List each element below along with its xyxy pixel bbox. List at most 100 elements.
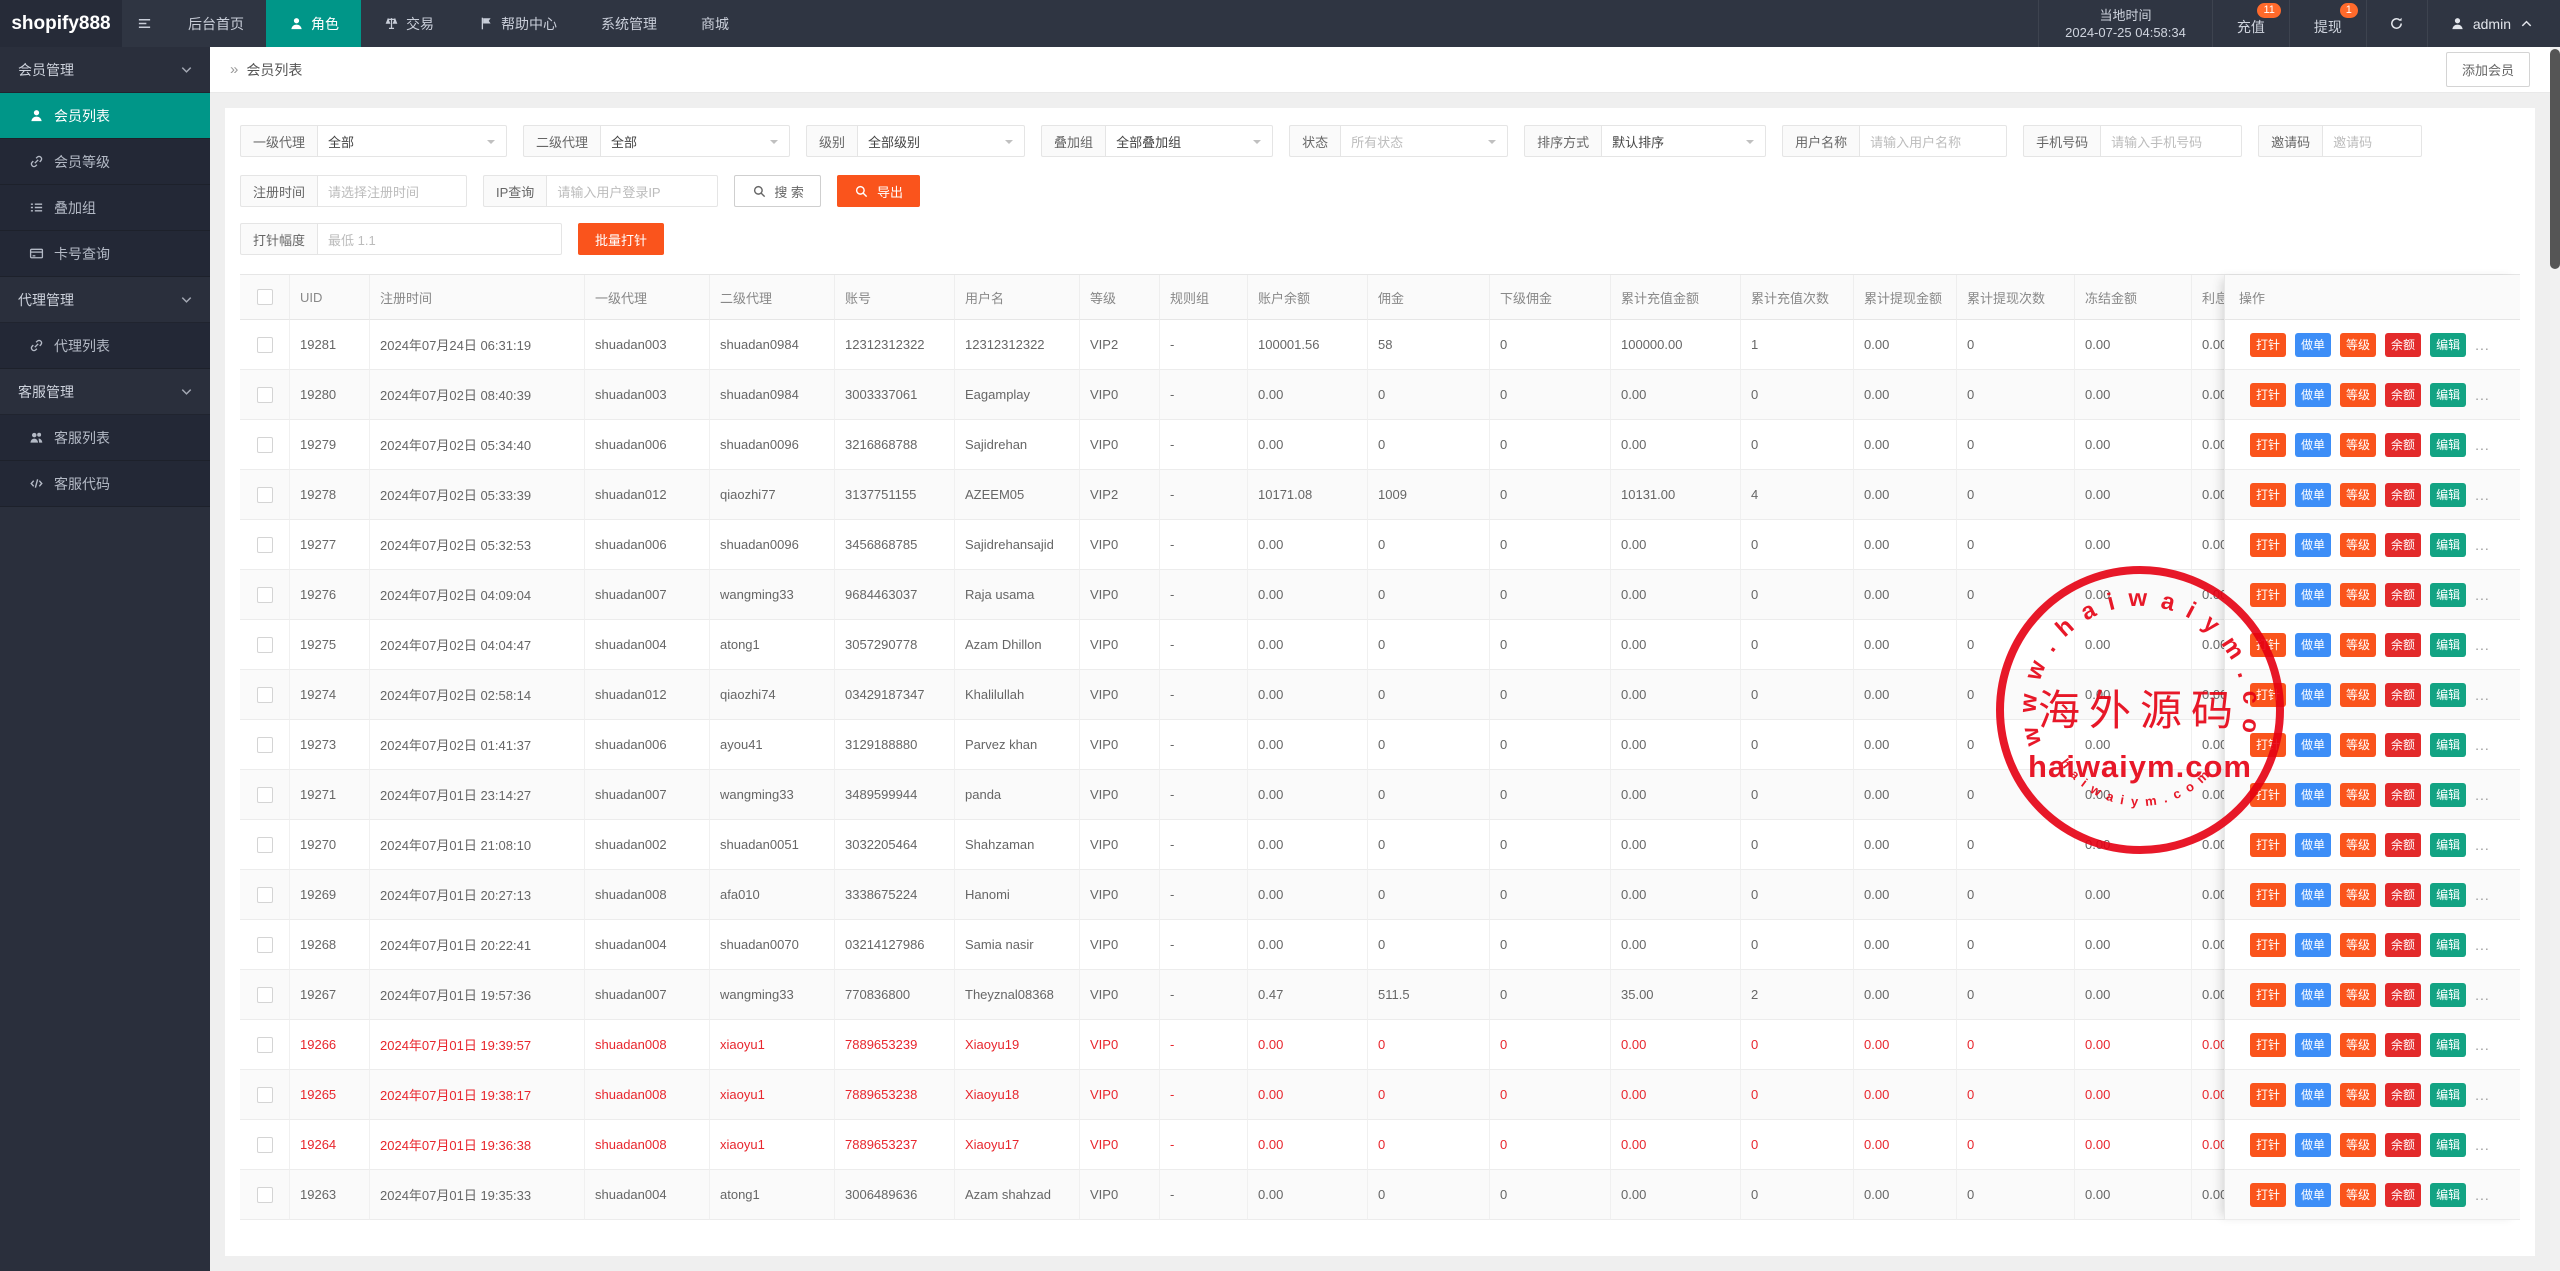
edit-button[interactable]: 编辑 xyxy=(2430,332,2467,357)
make-order-button[interactable]: 做单 xyxy=(2295,682,2332,707)
level-button[interactable]: 等级 xyxy=(2340,1182,2377,1207)
inject-button[interactable]: 打针 xyxy=(2250,1082,2287,1107)
edit-button[interactable]: 编辑 xyxy=(2430,432,2467,457)
level-button[interactable]: 等级 xyxy=(2340,1132,2377,1157)
row-checkbox[interactable] xyxy=(256,836,273,853)
sidebar-item-service-list[interactable]: 客服列表 xyxy=(0,415,210,461)
balance-button[interactable]: 余额 xyxy=(2385,682,2422,707)
inject-button[interactable]: 打针 xyxy=(2250,1132,2287,1157)
level-button[interactable]: 等级 xyxy=(2340,982,2377,1007)
edit-button[interactable]: 编辑 xyxy=(2430,682,2467,707)
make-order-button[interactable]: 做单 xyxy=(2295,932,2332,957)
batch-inject-button[interactable]: 批量打针 xyxy=(578,223,665,255)
nav-item-trade[interactable]: 交易 xyxy=(361,0,456,47)
inject-button[interactable]: 打针 xyxy=(2250,682,2287,707)
withdraw-nav-item[interactable]: 提现 1 xyxy=(2288,0,2366,47)
more-actions-button[interactable]: ... xyxy=(2475,837,2490,853)
balance-button[interactable]: 余额 xyxy=(2385,1032,2422,1057)
status-select[interactable]: 所有状态 xyxy=(1340,125,1509,157)
balance-button[interactable]: 余额 xyxy=(2385,1132,2422,1157)
make-order-button[interactable]: 做单 xyxy=(2295,782,2332,807)
more-actions-button[interactable]: ... xyxy=(2475,1087,2490,1103)
row-checkbox[interactable] xyxy=(256,636,273,653)
nav-item-help-center[interactable]: 帮助中心 xyxy=(456,0,579,47)
nav-item-backend-home[interactable]: 后台首页 xyxy=(166,0,266,47)
balance-button[interactable]: 余额 xyxy=(2385,532,2422,557)
edit-button[interactable]: 编辑 xyxy=(2430,932,2467,957)
invite-code-input[interactable]: 邀请码 xyxy=(2322,125,2423,157)
more-actions-button[interactable]: ... xyxy=(2475,387,2490,403)
make-order-button[interactable]: 做单 xyxy=(2295,632,2332,657)
nav-item-role[interactable]: 角色 xyxy=(266,0,361,47)
edit-button[interactable]: 编辑 xyxy=(2430,532,2467,557)
more-actions-button[interactable]: ... xyxy=(2475,937,2490,953)
more-actions-button[interactable]: ... xyxy=(2475,437,2490,453)
level-button[interactable]: 等级 xyxy=(2340,432,2377,457)
make-order-button[interactable]: 做单 xyxy=(2295,1132,2332,1157)
admin-menu[interactable]: admin xyxy=(2426,0,2560,47)
row-checkbox[interactable] xyxy=(256,1136,273,1153)
edit-button[interactable]: 编辑 xyxy=(2430,1132,2467,1157)
sidebar-item-agent-list[interactable]: 代理列表 xyxy=(0,323,210,369)
balance-button[interactable]: 余额 xyxy=(2385,332,2422,357)
sidebar-item-member-list[interactable]: 会员列表 xyxy=(0,93,210,139)
balance-button[interactable]: 余额 xyxy=(2385,1182,2422,1207)
edit-button[interactable]: 编辑 xyxy=(2430,1032,2467,1057)
row-checkbox[interactable] xyxy=(256,436,273,453)
row-checkbox[interactable] xyxy=(256,486,273,503)
row-checkbox[interactable] xyxy=(256,1186,273,1203)
register-time-input[interactable]: 请选择注册时间 xyxy=(317,175,468,207)
collapse-menu-button[interactable] xyxy=(122,0,166,47)
balance-button[interactable]: 余额 xyxy=(2385,932,2422,957)
more-actions-button[interactable]: ... xyxy=(2475,537,2490,553)
edit-button[interactable]: 编辑 xyxy=(2430,1182,2467,1207)
row-checkbox[interactable] xyxy=(256,1036,273,1053)
make-order-button[interactable]: 做单 xyxy=(2295,732,2332,757)
inject-button[interactable]: 打针 xyxy=(2250,882,2287,907)
row-checkbox[interactable] xyxy=(256,336,273,353)
row-checkbox[interactable] xyxy=(256,886,273,903)
row-checkbox[interactable] xyxy=(256,736,273,753)
more-actions-button[interactable]: ... xyxy=(2475,487,2490,503)
edit-button[interactable]: 编辑 xyxy=(2430,832,2467,857)
phone-input[interactable]: 请输入手机号码 xyxy=(2100,125,2243,157)
level-button[interactable]: 等级 xyxy=(2340,1032,2377,1057)
first-agent-select[interactable]: 全部 xyxy=(317,125,508,157)
row-checkbox[interactable] xyxy=(256,786,273,803)
sidebar-item-member-level[interactable]: 会员等级 xyxy=(0,139,210,185)
row-checkbox[interactable] xyxy=(256,386,273,403)
make-order-button[interactable]: 做单 xyxy=(2295,332,2332,357)
make-order-button[interactable]: 做单 xyxy=(2295,832,2332,857)
level-button[interactable]: 等级 xyxy=(2340,732,2377,757)
edit-button[interactable]: 编辑 xyxy=(2430,382,2467,407)
edit-button[interactable]: 编辑 xyxy=(2430,782,2467,807)
sidebar-item-service-code[interactable]: 客服代码 xyxy=(0,461,210,507)
level-button[interactable]: 等级 xyxy=(2340,832,2377,857)
make-order-button[interactable]: 做单 xyxy=(2295,432,2332,457)
level-button[interactable]: 等级 xyxy=(2340,932,2377,957)
search-button[interactable]: 搜 索 xyxy=(734,175,821,207)
more-actions-button[interactable]: ... xyxy=(2475,587,2490,603)
make-order-button[interactable]: 做单 xyxy=(2295,482,2332,507)
sort-select[interactable]: 默认排序 xyxy=(1601,125,1767,157)
inject-button[interactable]: 打针 xyxy=(2250,432,2287,457)
balance-button[interactable]: 余额 xyxy=(2385,482,2422,507)
more-actions-button[interactable]: ... xyxy=(2475,337,2490,353)
balance-button[interactable]: 余额 xyxy=(2385,632,2422,657)
inject-range-input[interactable]: 最低 1.1 xyxy=(317,223,563,255)
level-button[interactable]: 等级 xyxy=(2340,782,2377,807)
more-actions-button[interactable]: ... xyxy=(2475,787,2490,803)
make-order-button[interactable]: 做单 xyxy=(2295,532,2332,557)
scrollbar-thumb[interactable] xyxy=(2550,49,2560,269)
second-agent-select[interactable]: 全部 xyxy=(600,125,791,157)
inject-button[interactable]: 打针 xyxy=(2250,332,2287,357)
select-all-checkbox[interactable] xyxy=(256,289,273,305)
stack-group-select[interactable]: 全部叠加组 xyxy=(1105,125,1274,157)
row-checkbox[interactable] xyxy=(256,536,273,553)
balance-button[interactable]: 余额 xyxy=(2385,982,2422,1007)
balance-button[interactable]: 余额 xyxy=(2385,732,2422,757)
export-button[interactable]: 导出 xyxy=(836,175,920,207)
sidebar-group-member-manage[interactable]: 会员管理 xyxy=(0,47,210,93)
edit-button[interactable]: 编辑 xyxy=(2430,632,2467,657)
make-order-button[interactable]: 做单 xyxy=(2295,1082,2332,1107)
